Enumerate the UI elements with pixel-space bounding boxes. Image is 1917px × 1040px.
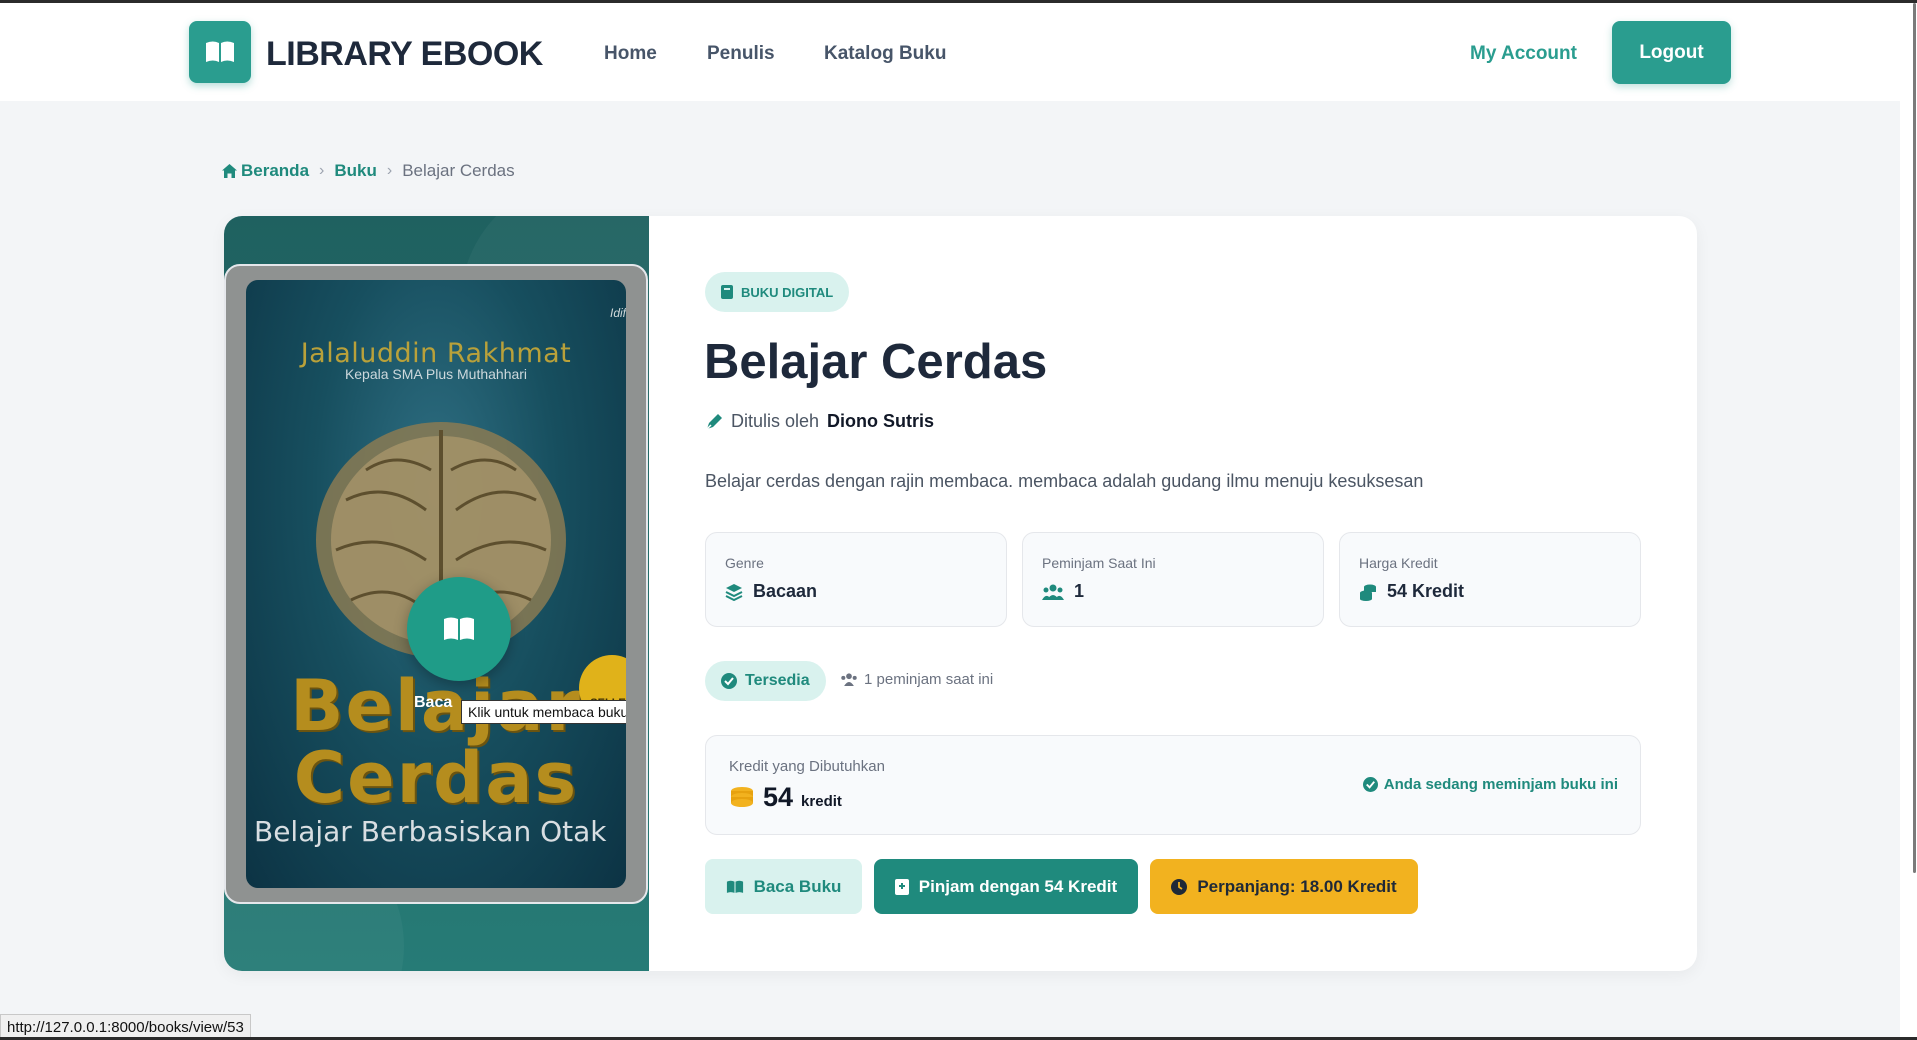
read-book-button-label: Baca Buku	[753, 876, 842, 896]
availability-badge: Tersedia	[705, 661, 826, 701]
my-account-link[interactable]: My Account	[1470, 43, 1577, 65]
extend-button-label: Perpanjang: 18.00 Kredit	[1197, 876, 1397, 896]
nav-penulis[interactable]: Penulis	[707, 43, 775, 65]
digital-book-badge: BUKU DIGITAL	[705, 272, 850, 312]
author-name[interactable]: Diono Sutris	[827, 411, 934, 432]
brand-name[interactable]: LIBRARY EBOOK	[266, 35, 543, 74]
cover-title: Belajar Cerdas	[246, 670, 626, 814]
genre-box: Genre Bacaan	[705, 532, 1007, 627]
chevron-right-icon: ›	[319, 162, 325, 179]
credit-unit: kredit	[801, 793, 842, 810]
check-circle-icon	[1362, 777, 1378, 792]
credit-box: Kredit yang Dibutuhkan 54 kredit Anda se…	[705, 735, 1641, 835]
nav-home[interactable]: Home	[604, 43, 657, 65]
breadcrumb-home[interactable]: Beranda	[222, 161, 309, 181]
cover-tagline: Belajar Berbasiskan Otak	[254, 815, 607, 848]
breadcrumb-home-label: Beranda	[241, 161, 310, 180]
book-title: Belajar Cerdas	[704, 335, 1048, 389]
navbar: LIBRARY EBOOK Home Penulis Katalog Buku …	[0, 3, 1900, 101]
genre-value: Bacaan	[753, 581, 818, 601]
book-cover[interactable]: Idif Jalaluddin Rakhmat Kepala SMA Plus …	[246, 280, 626, 888]
borrowers-value: 1	[1074, 581, 1085, 601]
breadcrumb-books[interactable]: Buku	[334, 161, 377, 181]
chevron-right-icon: ›	[386, 162, 393, 179]
read-book-overlay-button[interactable]	[407, 577, 511, 681]
brand-logo[interactable]	[189, 21, 251, 83]
logout-button[interactable]: Logout	[1612, 21, 1731, 84]
book-plus-icon	[894, 878, 909, 895]
clock-icon	[1171, 878, 1188, 895]
credit-value-row: 54 kredit	[729, 782, 842, 813]
read-overlay-caption: Baca	[414, 694, 453, 711]
borrow-button-label: Pinjam dengan 54 Kredit	[918, 876, 1118, 896]
price-label: Harga Kredit	[1359, 555, 1438, 571]
credit-label: Kredit yang Dibutuhkan	[729, 758, 885, 775]
borrow-button[interactable]: Pinjam dengan 54 Kredit	[874, 859, 1138, 914]
cover-author: Jalaluddin Rakhmat	[300, 338, 572, 369]
book-open-icon	[206, 41, 234, 62]
book-icon	[721, 285, 733, 299]
borrowers-label: Peminjam Saat Ini	[1042, 555, 1156, 571]
cover-frame: Idif Jalaluddin Rakhmat Kepala SMA Plus …	[224, 264, 648, 904]
price-value: 54 Kredit	[1387, 581, 1465, 601]
price-value-row: 54 Kredit	[1359, 581, 1464, 602]
book-open-icon	[726, 880, 743, 893]
book-description: Belajar cerdas dengan rajin membaca. mem…	[705, 471, 1424, 491]
read-tooltip: Klik untuk membaca buku	[461, 700, 626, 724]
digital-book-badge-label: BUKU DIGITAL	[741, 284, 834, 300]
author-line: Ditulis oleh Diono Sutris	[705, 411, 934, 432]
extend-button[interactable]: Perpanjang: 18.00 Kredit	[1150, 859, 1418, 914]
breadcrumb: Beranda › Buku › Belajar Cerdas	[222, 160, 515, 182]
borrowers-note: 1 peminjam saat ini	[840, 671, 993, 688]
check-circle-icon	[721, 673, 737, 689]
cover-title-line: Cerdas	[293, 737, 579, 819]
genre-value-row: Bacaan	[725, 581, 817, 602]
genre-label: Genre	[725, 555, 764, 571]
pen-icon	[706, 413, 722, 430]
price-box: Harga Kredit 54 Kredit	[1339, 532, 1641, 627]
read-book-button[interactable]: Baca Buku	[705, 859, 862, 914]
users-icon	[1042, 584, 1064, 600]
coins-icon	[731, 786, 753, 807]
availability-label: Tersedia	[745, 672, 810, 689]
cover-author-subtitle: Kepala SMA Plus Muthahhari	[344, 366, 528, 382]
borrowers-box: Peminjam Saat Ini 1	[1022, 532, 1324, 627]
currently-borrowing-label: Anda sedang meminjam buku ini	[1383, 776, 1618, 793]
layers-icon	[725, 583, 743, 601]
scrollbar-thumb[interactable]	[1913, 3, 1916, 873]
breadcrumb-current: Belajar Cerdas	[402, 161, 515, 180]
currently-borrowing-note: Anda sedang meminjam buku ini	[1362, 776, 1618, 793]
nav-katalog-buku[interactable]: Katalog Buku	[824, 43, 946, 65]
credit-amount: 54	[763, 782, 794, 812]
written-by-label: Ditulis oleh	[731, 411, 820, 431]
home-icon	[222, 164, 237, 178]
borrowers-value-row: 1	[1042, 581, 1084, 602]
book-detail-card: Idif Jalaluddin Rakhmat Kepala SMA Plus …	[224, 216, 1697, 971]
users-icon	[841, 673, 857, 686]
borrowers-note-label: 1 peminjam saat ini	[864, 671, 994, 688]
book-open-icon	[444, 617, 474, 640]
cover-publisher: Idif	[609, 306, 626, 320]
cover-panel: Idif Jalaluddin Rakhmat Kepala SMA Plus …	[224, 216, 649, 971]
coins-icon	[1360, 584, 1376, 601]
